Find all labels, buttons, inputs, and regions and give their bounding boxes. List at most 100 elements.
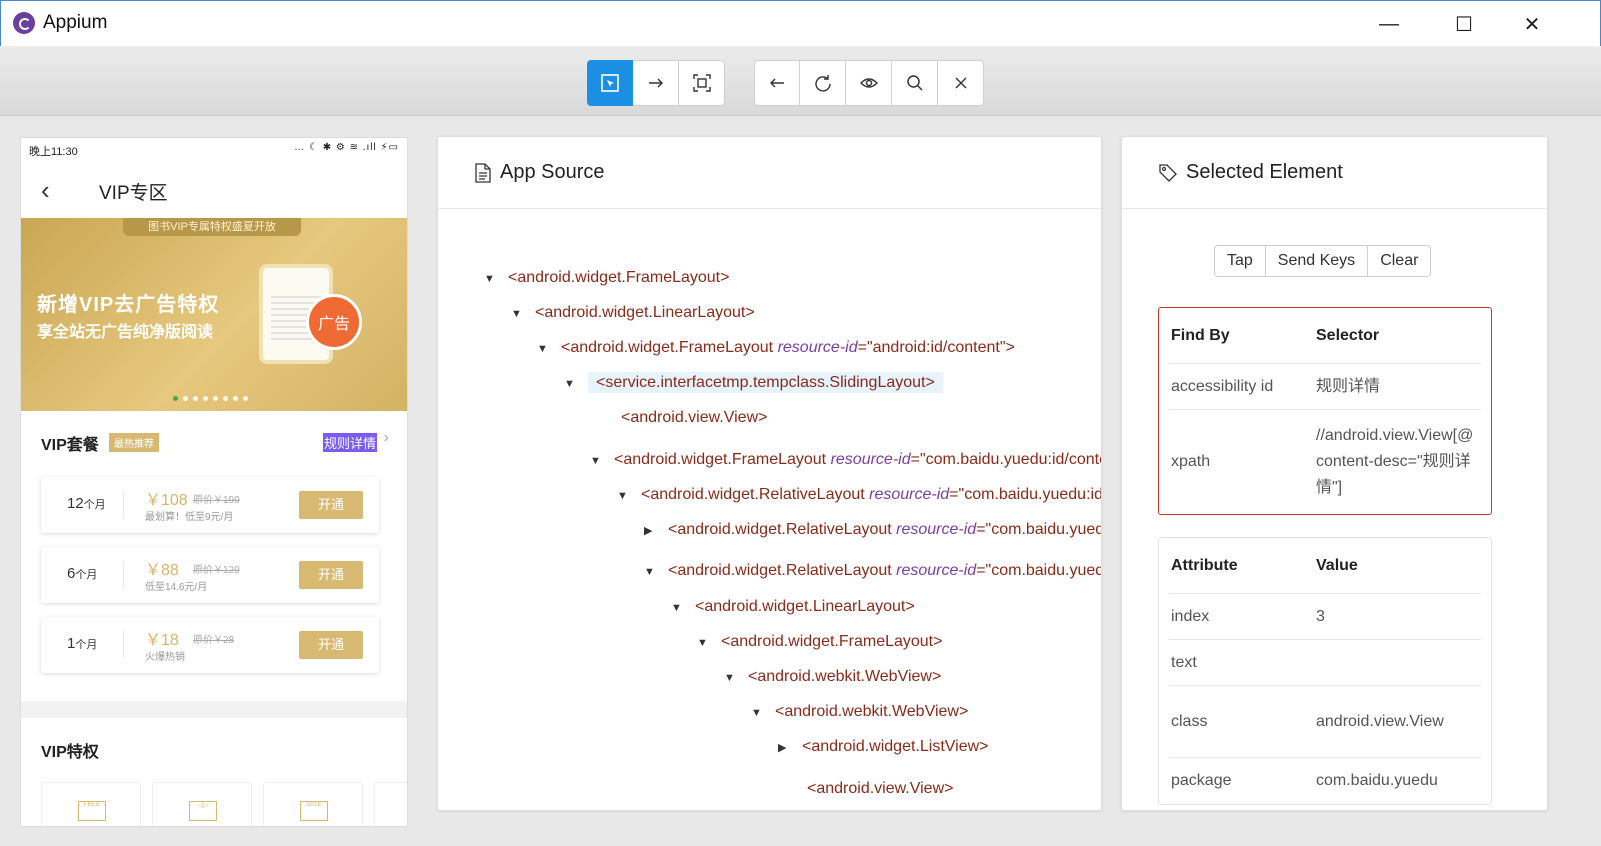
table-row[interactable]: accessibility id 规则详情: [1169, 364, 1481, 410]
app-source-panel: App Source ▼ <android.widget.FrameLayout>…: [437, 136, 1102, 811]
pagination-dot: [243, 396, 248, 401]
phone-header: ‹ VIP专区: [21, 160, 407, 218]
close-window-button[interactable]: ✕: [1509, 9, 1555, 39]
activate-button[interactable]: 开通: [299, 561, 363, 589]
selected-element-title: Selected Element: [1186, 161, 1343, 183]
privilege-card[interactable]: [374, 782, 407, 826]
activate-button[interactable]: 开通: [299, 631, 363, 659]
tree-node[interactable]: ▼ <android.widget.FrameLayout resource-id…: [537, 339, 1015, 357]
tree-node[interactable]: ▼ <android.widget.RelativeLayout resource…: [617, 486, 1101, 504]
banner-no-ad-badge: 广告: [306, 294, 362, 350]
package-months: 12个月: [67, 495, 106, 512]
caret-down-icon[interactable]: ▼: [724, 672, 748, 684]
eye-icon: [859, 78, 878, 88]
tree-node[interactable]: ▼ <android.webkit.WebView>: [724, 668, 941, 686]
caret-down-icon[interactable]: ▼: [484, 273, 508, 285]
window-title: Appium: [43, 12, 108, 33]
vip-banner[interactable]: 图书VIP专属特权盛夏开放 新增VIP去广告特权 享全站无广告纯净版阅读 广告: [21, 218, 407, 411]
table-row[interactable]: package com.baidu.yuedu: [1169, 758, 1481, 804]
privilege-swap-icon: ◁▷: [189, 801, 217, 821]
divider: [123, 631, 124, 659]
caret-right-icon[interactable]: ▶: [644, 524, 668, 537]
tree-node[interactable]: ▼ <android.webkit.WebView>: [751, 703, 968, 721]
package-original-price: 原价￥129: [193, 565, 240, 576]
tap-button[interactable]: Tap: [1214, 245, 1266, 277]
caret-right-icon[interactable]: ▶: [778, 741, 802, 754]
source-tree: ▼ <android.widget.FrameLayout> ▼ <android.…: [438, 209, 1101, 810]
package-card[interactable]: 1个月 ￥18 原价￥28 火爆热销 开通: [41, 617, 379, 673]
find-by-table: Find By Selector accessibility id 规则详情 x…: [1158, 307, 1492, 515]
select-element-button[interactable]: [587, 60, 633, 106]
tree-node-selected[interactable]: ▼ <service.interfacetmp.tempclass.Sliding…: [564, 372, 943, 393]
selected-element-header: Selected Element: [1122, 137, 1547, 209]
caret-down-icon[interactable]: ▼: [564, 378, 588, 390]
banner-pagination: [173, 396, 248, 401]
table-row[interactable]: xpath //android.view.View[@content-desc=…: [1169, 410, 1481, 514]
tree-node[interactable]: ▼ <android.widget.LinearLayout>: [511, 304, 755, 322]
package-price: ￥108: [145, 492, 188, 509]
device-screenshot[interactable]: 晚上11:30 … ☾ ✱ ⚙ ≋ .ıll ⚡▭ ‹ VIP专区 图书VIP专…: [20, 137, 408, 827]
rules-detail-link[interactable]: 规则详情: [322, 433, 377, 452]
arrow-left-icon: [770, 78, 784, 88]
phone-page-title: VIP专区: [99, 183, 168, 204]
banner-headline: 新增VIP去广告特权: [37, 294, 220, 316]
table-header-row: Find By Selector: [1169, 308, 1481, 364]
package-card[interactable]: 6个月 ￥88 原价￥129 低至14.6元/月 开通: [41, 547, 379, 603]
refresh-button[interactable]: [800, 60, 846, 106]
tree-node[interactable]: ▶ <android.widget.ListView>: [778, 738, 989, 756]
tree-node[interactable]: ▼ <android.widget.FrameLayout>: [484, 269, 729, 287]
maximize-button[interactable]: ☐: [1441, 9, 1487, 39]
caret-down-icon[interactable]: ▼: [511, 308, 535, 320]
caret-down-icon[interactable]: ▼: [697, 637, 721, 649]
pagination-dot: [223, 396, 228, 401]
tree-node[interactable]: ▼ <android.widget.FrameLayout resource-id…: [590, 451, 1101, 469]
package-card[interactable]: 12个月 ￥108 原价￥199 最划算！低至9元/月 开通: [41, 477, 379, 533]
tap-coordinates-button[interactable]: [679, 60, 725, 106]
privilege-card[interactable]: ◁▷: [152, 782, 252, 826]
search-button[interactable]: [892, 60, 938, 106]
caret-down-icon[interactable]: ▼: [644, 566, 668, 578]
packages-title: VIP套餐: [41, 437, 99, 454]
caret-down-icon[interactable]: ▼: [617, 490, 641, 502]
caret-down-icon[interactable]: ▼: [590, 455, 614, 467]
tree-node[interactable]: <android.view.View>: [597, 409, 767, 427]
table-row[interactable]: class android.view.View: [1169, 686, 1481, 758]
table-header-row: Attribute Value: [1169, 538, 1481, 594]
swipe-button[interactable]: [633, 60, 679, 106]
package-note: 最划算！低至9元/月: [145, 512, 234, 523]
refresh-icon: [814, 75, 831, 92]
window-titlebar: Appium — ☐ ✕: [0, 0, 1601, 46]
privilege-card[interactable]: FREE: [41, 782, 141, 826]
minimize-button[interactable]: —: [1366, 9, 1412, 39]
send-keys-button[interactable]: Send Keys: [1265, 245, 1369, 277]
tree-node[interactable]: ▼ <android.widget.RelativeLayout resource…: [644, 562, 1101, 580]
tree-node[interactable]: ▼ <android.widget.FrameLayout>: [697, 633, 942, 651]
attributes-table: Attribute Value index 3 text class andro…: [1158, 537, 1492, 805]
quit-session-button[interactable]: [938, 60, 984, 106]
package-original-price: 原价￥28: [193, 635, 235, 646]
caret-down-icon[interactable]: ▼: [751, 707, 775, 719]
phone-back-icon[interactable]: ‹: [41, 175, 50, 206]
show-hide-button[interactable]: [846, 60, 892, 106]
tree-node[interactable]: <android.view.View>: [783, 780, 953, 798]
tag-icon: [1159, 163, 1177, 182]
tree-node[interactable]: ▼ <android.widget.LinearLayout>: [671, 598, 915, 616]
back-button[interactable]: [754, 60, 800, 106]
privilege-free-icon: FREE: [78, 801, 106, 821]
vip-privileges-section: VIP特权 FREE ◁▷ SALE: [21, 718, 407, 826]
app-source-title: App Source: [500, 161, 605, 183]
privilege-card[interactable]: SALE: [263, 782, 363, 826]
element-actions: Tap Send Keys Clear: [1214, 245, 1432, 277]
tree-node[interactable]: ▶ <android.widget.RelativeLayout resource…: [644, 521, 1101, 539]
caret-down-icon[interactable]: ▼: [671, 602, 695, 614]
table-row[interactable]: index 3: [1169, 594, 1481, 640]
privileges-title: VIP特权: [41, 744, 99, 761]
activate-button[interactable]: 开通: [299, 491, 363, 519]
caret-down-icon[interactable]: ▼: [537, 343, 561, 355]
clear-button[interactable]: Clear: [1368, 245, 1432, 277]
search-icon: [906, 75, 923, 91]
table-row[interactable]: text: [1169, 640, 1481, 686]
status-time: 晚上11:30: [29, 146, 78, 158]
status-icons: … ☾ ✱ ⚙ ≋ .ıll ⚡▭: [294, 142, 399, 153]
phone-status-bar: 晚上11:30 … ☾ ✱ ⚙ ≋ .ıll ⚡▭: [21, 138, 407, 160]
